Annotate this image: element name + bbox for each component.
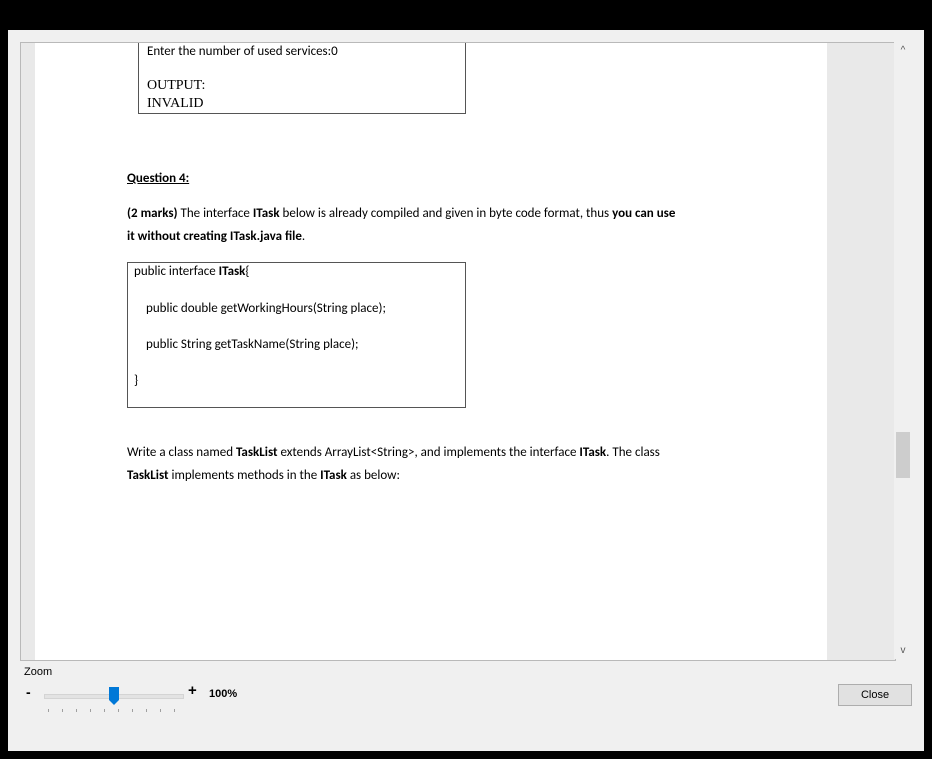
close-button[interactable]: Close [838, 684, 912, 706]
question-intro-line2: it without creating ITask.java file. [127, 229, 305, 244]
task-itask: ITask [579, 445, 607, 460]
document-viewport: Enter the number of used services:0 OUTP… [20, 42, 896, 661]
intro-bold-line2: it without creating ITask.java file [127, 229, 302, 244]
code-line-1: public interface ITask{ [134, 264, 250, 279]
code-line-2: public double getWorkingHours(String pla… [146, 301, 386, 316]
zoom-slider-ticks [48, 709, 180, 713]
code-keyword: public interface [134, 264, 219, 279]
task-text-i: as below: [346, 468, 400, 483]
scrollbar-thumb[interactable] [896, 432, 910, 478]
code-interface-name: ITask [218, 264, 246, 279]
intro-text-b: below is already compiled and given in b… [279, 206, 613, 221]
output-value: INVALID [147, 96, 204, 111]
code-line-3: public String getTaskName(String place); [146, 337, 359, 352]
question-title: Question 4: [127, 171, 190, 186]
task-classname: TaskList [235, 445, 278, 460]
intro-itask: ITask [252, 206, 280, 221]
output-label: OUTPUT: [147, 78, 206, 93]
task-text-e: . The class [606, 445, 660, 460]
question-intro-line1: (2 marks) The interface ITask below is a… [127, 206, 675, 221]
zoom-slider-thumb[interactable] [109, 687, 119, 705]
marks-label: (2 marks) [127, 206, 178, 221]
zoom-minus-icon[interactable]: - [26, 684, 31, 700]
zoom-value: 100% [209, 688, 238, 700]
intro-line2-end: . [301, 229, 306, 244]
scroll-up-arrow-icon[interactable]: ^ [894, 42, 912, 59]
task-text-a: Write a class named [127, 445, 236, 460]
zoom-plus-icon[interactable]: + [188, 682, 197, 699]
task-text-g: implements methods in the [168, 468, 321, 483]
task-line2: TaskList implements methods in the ITask… [127, 468, 400, 483]
code-box: public interface ITask{ public double ge… [127, 262, 466, 408]
zoom-label: Zoom [24, 666, 53, 678]
task-line1: Write a class named TaskList extends Arr… [127, 445, 660, 460]
sample-io-box: Enter the number of used services:0 OUTP… [138, 43, 466, 114]
sample-input-line: Enter the number of used services:0 [147, 44, 338, 59]
task-text-c: extends ArrayList<String>, and implement… [277, 445, 580, 460]
intro-text-a: The interface [177, 206, 253, 221]
vertical-scrollbar[interactable]: ^ v [894, 42, 912, 659]
task-classname-2: TaskList [127, 468, 169, 483]
document-page: Enter the number of used services:0 OUTP… [35, 43, 827, 660]
scroll-down-arrow-icon[interactable]: v [894, 642, 912, 659]
code-brace-open: { [245, 264, 250, 279]
document-viewer-window: Enter the number of used services:0 OUTP… [8, 30, 924, 751]
task-itask-2: ITask [320, 468, 347, 483]
intro-bold-you-can-use: you can use [612, 206, 676, 221]
code-line-4: } [134, 373, 139, 388]
